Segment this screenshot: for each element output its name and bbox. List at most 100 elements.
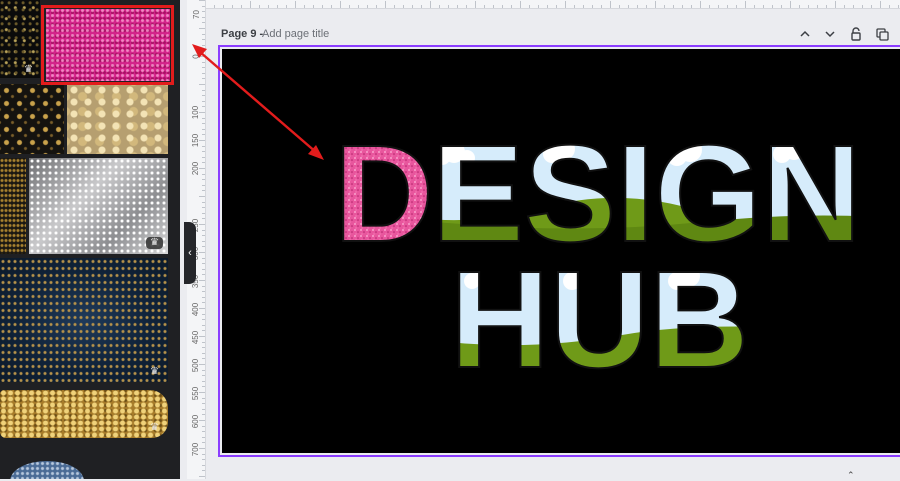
ruler-tick bbox=[199, 336, 205, 337]
ruler-tick bbox=[835, 1, 836, 8]
ruler-tick bbox=[295, 1, 296, 8]
ruler-tick bbox=[439, 5, 440, 8]
ruler-tick bbox=[199, 28, 205, 29]
ruler-tick bbox=[745, 1, 746, 8]
collapse-panel-button[interactable]: ‹ bbox=[184, 222, 196, 284]
ruler-tick bbox=[709, 5, 710, 8]
ruler-label: 400 bbox=[191, 302, 201, 316]
ruler-tick bbox=[202, 50, 205, 52]
ruler-tick bbox=[763, 5, 764, 8]
ruler-tick bbox=[202, 156, 205, 158]
ruler-tick bbox=[202, 33, 205, 35]
ruler-tick bbox=[202, 89, 205, 91]
ruler-tick bbox=[202, 162, 205, 164]
headline-letter-d[interactable]: D bbox=[333, 116, 435, 272]
ruler-tick bbox=[202, 330, 205, 332]
ruler-tick bbox=[202, 464, 205, 466]
ruler-tick bbox=[202, 313, 205, 315]
ruler-tick bbox=[202, 257, 205, 259]
chevron-left-icon: ‹ bbox=[188, 247, 192, 259]
ruler-tick bbox=[199, 168, 205, 169]
ruler-tick bbox=[199, 84, 205, 85]
duplicate-page-icon[interactable] bbox=[874, 26, 890, 42]
ruler-tick bbox=[202, 431, 205, 433]
ruler-tick bbox=[202, 459, 205, 461]
ruler-tick bbox=[199, 364, 205, 365]
ruler-tick bbox=[727, 5, 728, 8]
ruler-tick bbox=[199, 224, 205, 225]
ruler-tick bbox=[202, 436, 205, 438]
headline-letters-hub[interactable]: HUB bbox=[449, 242, 750, 398]
ruler-tick bbox=[736, 5, 737, 8]
page-header: Page 9 - Add page title bbox=[221, 26, 900, 44]
ruler-tick bbox=[412, 5, 413, 8]
page-title-input[interactable]: Add page title bbox=[262, 28, 329, 40]
thumbnail-blue-glitter-circle[interactable] bbox=[10, 461, 84, 479]
ruler-tick bbox=[340, 1, 341, 8]
chevron-down-icon[interactable] bbox=[822, 26, 838, 42]
ruler-tick bbox=[718, 5, 719, 8]
ruler-tick bbox=[367, 5, 368, 8]
ruler-tick bbox=[202, 386, 205, 388]
thumbnail-navy-gold-dust[interactable]: ♛ bbox=[0, 258, 168, 382]
ruler-tick bbox=[202, 347, 205, 349]
ruler-tick bbox=[202, 117, 205, 119]
ruler-tick bbox=[202, 5, 205, 7]
ruler-tick bbox=[637, 5, 638, 8]
ruler-tick bbox=[202, 302, 205, 304]
ruler-tick bbox=[376, 5, 377, 8]
ruler-tick bbox=[199, 252, 205, 253]
ruler-tick bbox=[304, 5, 305, 8]
ruler-tick bbox=[202, 470, 205, 472]
thumbnail-silver-glitter[interactable]: ♛ bbox=[29, 158, 168, 254]
ruler-tick bbox=[202, 190, 205, 192]
ruler-tick bbox=[493, 5, 494, 8]
ruler-tick bbox=[199, 476, 205, 477]
ruler-tick bbox=[556, 5, 557, 8]
ruler-tick bbox=[199, 392, 205, 393]
ruler-tick bbox=[202, 352, 205, 354]
ruler-label: 500 bbox=[191, 358, 201, 372]
ruler-tick bbox=[826, 5, 827, 8]
thumbnail-gold-bokeh[interactable] bbox=[67, 84, 168, 154]
thumbnail-black-gold-sparkle[interactable]: ♛ bbox=[0, 0, 40, 78]
ruler-tick bbox=[808, 5, 809, 8]
ruler-tick bbox=[601, 5, 602, 8]
ruler-tick bbox=[202, 442, 205, 444]
ruler-tick bbox=[202, 11, 205, 13]
ruler-tick bbox=[619, 5, 620, 8]
design-canvas[interactable]: D ESIGN HUB bbox=[222, 49, 900, 453]
unlock-icon[interactable] bbox=[848, 26, 864, 42]
ruler-tick bbox=[202, 151, 205, 153]
ruler-tick bbox=[202, 39, 205, 41]
ruler-tick bbox=[358, 5, 359, 8]
ruler-tick bbox=[202, 201, 205, 203]
ruler-tick bbox=[202, 44, 205, 46]
ruler-tick bbox=[457, 5, 458, 8]
ruler-tick bbox=[202, 22, 205, 24]
thumbnail-gold-brush-stroke[interactable]: ♛ bbox=[0, 390, 168, 438]
ruler-tick bbox=[202, 296, 205, 298]
thumbnail-gold-glitter-edge[interactable] bbox=[0, 158, 26, 254]
ruler-tick bbox=[202, 358, 205, 360]
ruler-tick bbox=[880, 1, 881, 8]
ruler-tick bbox=[403, 5, 404, 8]
ruler-tick bbox=[259, 5, 260, 8]
ruler-tick bbox=[202, 128, 205, 130]
headline-line-2[interactable]: HUB bbox=[449, 242, 750, 398]
thumbnail-gold-polka-dot[interactable] bbox=[0, 84, 64, 154]
chevron-up-icon[interactable] bbox=[797, 26, 813, 42]
ruler-tick bbox=[202, 61, 205, 63]
ruler-tick bbox=[214, 5, 215, 8]
ruler-tick bbox=[202, 100, 205, 102]
ruler-tick bbox=[691, 5, 692, 8]
ruler-tick bbox=[862, 5, 863, 8]
ruler-tick bbox=[349, 5, 350, 8]
ruler-tick bbox=[871, 5, 872, 8]
ruler-tick bbox=[202, 324, 205, 326]
ruler-tick bbox=[754, 5, 755, 8]
headline-artwork[interactable]: D ESIGN HUB bbox=[222, 49, 900, 453]
ruler-tick bbox=[538, 5, 539, 8]
ruler-tick bbox=[394, 5, 395, 8]
ruler-tick bbox=[655, 1, 656, 8]
